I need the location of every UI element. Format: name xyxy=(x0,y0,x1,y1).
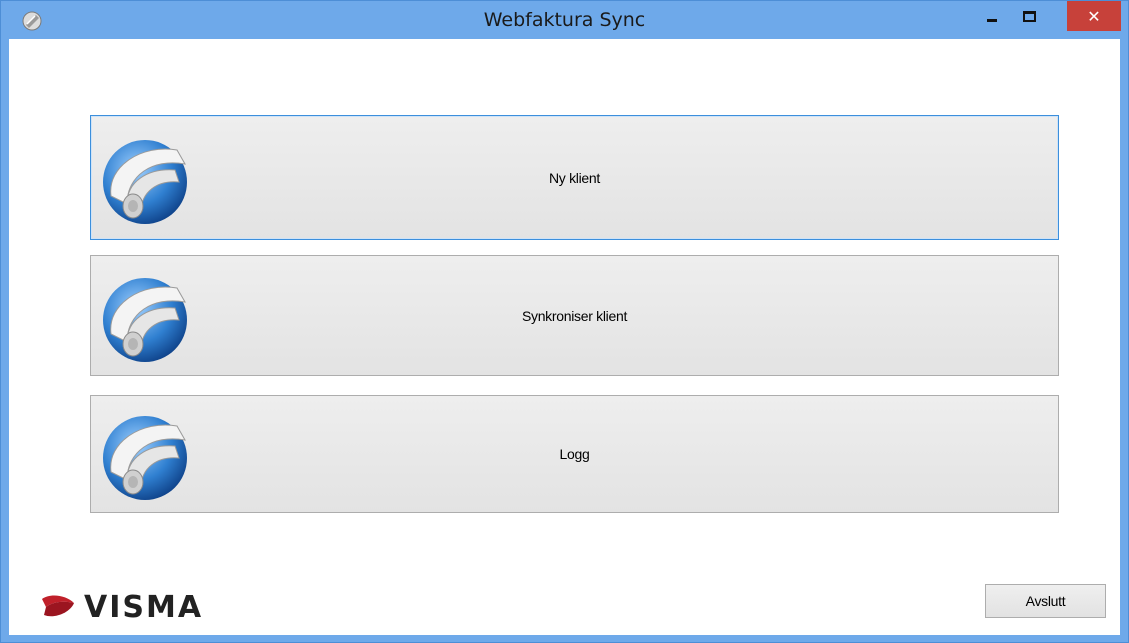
sync-client-label: Synkroniser klient xyxy=(521,307,628,324)
client-area: Ny klient Synkroniser klient Logg VISMA … xyxy=(9,39,1120,635)
visma-logo: VISMA xyxy=(42,590,203,621)
sync-client-button[interactable]: Synkroniser klient xyxy=(90,255,1059,376)
maximize-button[interactable] xyxy=(1014,1,1044,31)
minimize-button[interactable] xyxy=(977,1,1007,31)
new-client-label: Ny klient xyxy=(549,169,600,186)
visma-logo-text: VISMA xyxy=(84,590,203,621)
exit-button[interactable]: Avslutt xyxy=(985,584,1106,618)
maximize-icon xyxy=(1022,10,1036,22)
close-icon: ✕ xyxy=(1087,6,1101,26)
log-button[interactable]: Logg xyxy=(90,395,1059,513)
log-label: Logg xyxy=(559,446,590,462)
minimize-icon xyxy=(987,18,997,22)
title-bar[interactable]: Webfaktura Sync ✕ xyxy=(1,1,1128,39)
new-client-button[interactable]: Ny klient xyxy=(90,115,1059,240)
window-title: Webfaktura Sync xyxy=(483,9,646,31)
app-window: Webfaktura Sync ✕ Ny klient Synkroniser … xyxy=(0,0,1129,643)
close-button[interactable]: ✕ xyxy=(1067,1,1121,31)
